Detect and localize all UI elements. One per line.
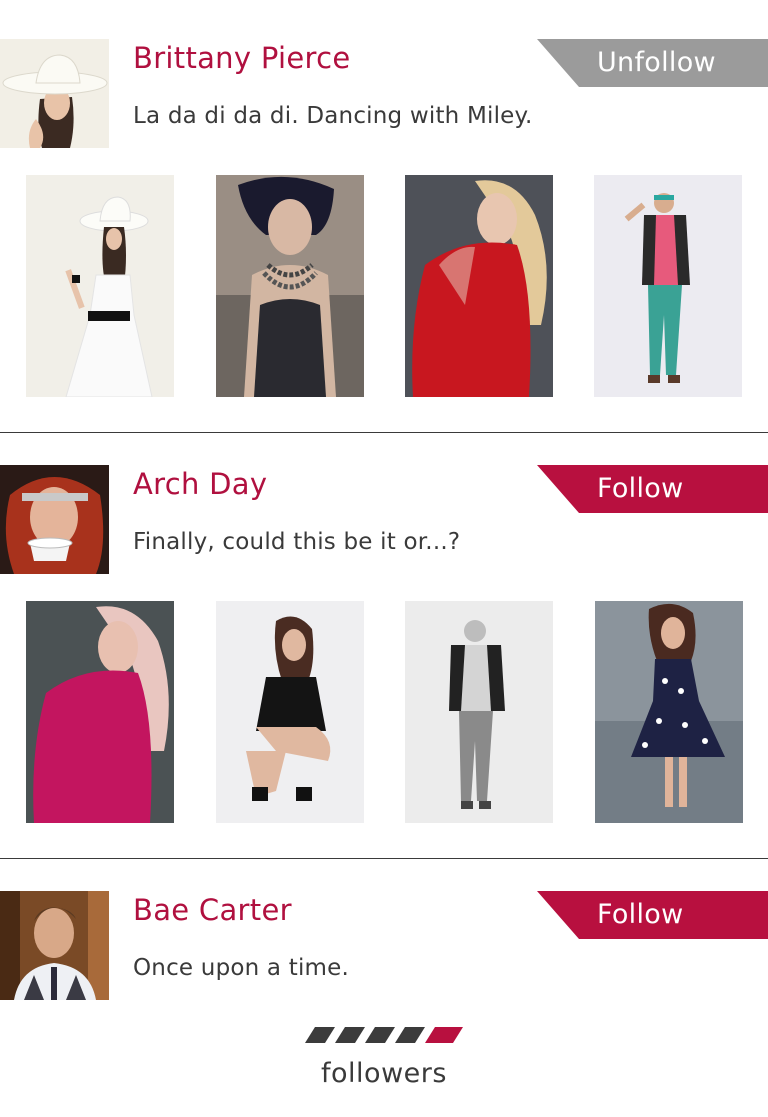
divider	[0, 432, 768, 433]
user-status: Finally, could this be it or...?	[133, 529, 461, 555]
striped-followers-logo	[305, 1027, 463, 1043]
divider	[0, 858, 768, 859]
user-card-arch-day: Arch Day Finally, could this be it or...…	[0, 465, 768, 825]
photo-green-jeans[interactable]	[594, 175, 742, 397]
user-name[interactable]: Bae Carter	[133, 893, 292, 927]
followers-label: followers	[321, 1058, 447, 1089]
photo-black-dress-crouch[interactable]	[216, 601, 364, 823]
user-status: La da di da di. Dancing with Miley.	[133, 103, 533, 129]
photo-polka-dot-dress[interactable]	[595, 601, 743, 823]
photo-red-lace[interactable]	[405, 175, 553, 397]
photo-bw-jacket[interactable]	[405, 601, 553, 823]
avatar[interactable]	[0, 891, 109, 1000]
follow-button[interactable]: Follow	[537, 891, 768, 939]
user-status: Once upon a time.	[133, 955, 350, 981]
photo-pink-lace[interactable]	[26, 601, 174, 823]
photo-white-dress[interactable]	[26, 175, 174, 397]
user-name[interactable]: Arch Day	[133, 467, 267, 501]
unfollow-button[interactable]: Unfollow	[537, 39, 768, 87]
photo-black-corset[interactable]	[216, 175, 364, 397]
avatar[interactable]	[0, 39, 109, 148]
follow-button[interactable]: Follow	[537, 465, 768, 513]
user-card-brittany-pierce: Brittany Pierce La da di da di. Dancing …	[0, 39, 768, 399]
avatar[interactable]	[0, 465, 109, 574]
user-name[interactable]: Brittany Pierce	[133, 41, 350, 75]
user-card-bae-carter: Bae Carter Once upon a time. Follow	[0, 891, 768, 1001]
